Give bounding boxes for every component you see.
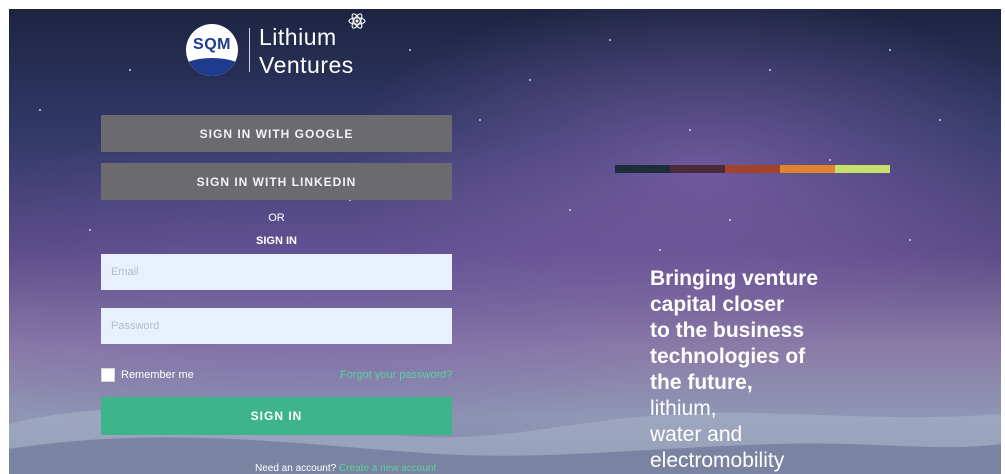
- color-stripe: [780, 165, 835, 173]
- or-divider-text: OR: [268, 212, 285, 224]
- hero-tagline: Bringing venture capital closer to the b…: [650, 266, 980, 474]
- remember-me-label: Remember me: [121, 369, 194, 381]
- brand-logo: SQM Lithium Ventures: [186, 13, 376, 80]
- logo-divider: [249, 28, 250, 72]
- sign-in-button[interactable]: SIGN IN: [101, 397, 452, 435]
- tagline-line: the future,: [650, 371, 753, 394]
- color-stripe: [835, 165, 890, 173]
- brand-name-line2: Ventures: [259, 52, 354, 78]
- tagline-line: to the business: [650, 319, 805, 342]
- atom-icon: [348, 13, 366, 29]
- star: [39, 109, 41, 111]
- logo-mark-text: SQM: [193, 36, 231, 53]
- tagline-line: lithium,: [650, 397, 717, 420]
- star: [659, 249, 661, 251]
- star: [409, 49, 411, 51]
- need-account-text: Need an account?: [255, 463, 337, 474]
- remember-me-checkbox[interactable]: [101, 368, 115, 382]
- star: [569, 209, 571, 211]
- star: [889, 49, 891, 51]
- star: [829, 159, 831, 161]
- star: [769, 69, 771, 71]
- tagline-line: Bringing venture: [650, 267, 819, 290]
- forgot-password-link[interactable]: Forgot your password?: [340, 369, 453, 381]
- star: [529, 79, 531, 81]
- star: [129, 69, 131, 71]
- remember-me-row[interactable]: Remember me: [101, 367, 194, 383]
- email-field[interactable]: [101, 254, 452, 290]
- star: [609, 39, 611, 41]
- brand-color-stripes: [615, 165, 890, 173]
- sqm-logo-mark: SQM: [186, 24, 238, 76]
- sign-in-linkedin-button[interactable]: SIGN IN WITH LINKEDIN: [101, 163, 452, 200]
- star: [689, 129, 691, 131]
- color-stripe: [670, 165, 725, 173]
- create-account-link[interactable]: Create a new account: [339, 463, 436, 474]
- tagline-line: electromobility: [650, 449, 785, 472]
- color-stripe: [725, 165, 780, 173]
- brand-name-line1: Lithium: [259, 24, 337, 50]
- logo-wave: [186, 58, 238, 76]
- star: [479, 119, 481, 121]
- star: [909, 239, 911, 241]
- sign-in-google-button[interactable]: SIGN IN WITH GOOGLE: [101, 115, 452, 152]
- need-account-row: Need an account? Create a new account: [255, 463, 436, 474]
- star: [729, 219, 731, 221]
- tagline-line: capital closer: [650, 293, 785, 316]
- sign-in-heading: SIGN IN: [256, 235, 297, 247]
- star: [939, 119, 941, 121]
- color-stripe: [615, 165, 670, 173]
- star: [89, 229, 91, 231]
- password-field[interactable]: [101, 308, 452, 344]
- tagline-line: technologies of: [650, 345, 806, 368]
- tagline-line: water and: [650, 423, 743, 446]
